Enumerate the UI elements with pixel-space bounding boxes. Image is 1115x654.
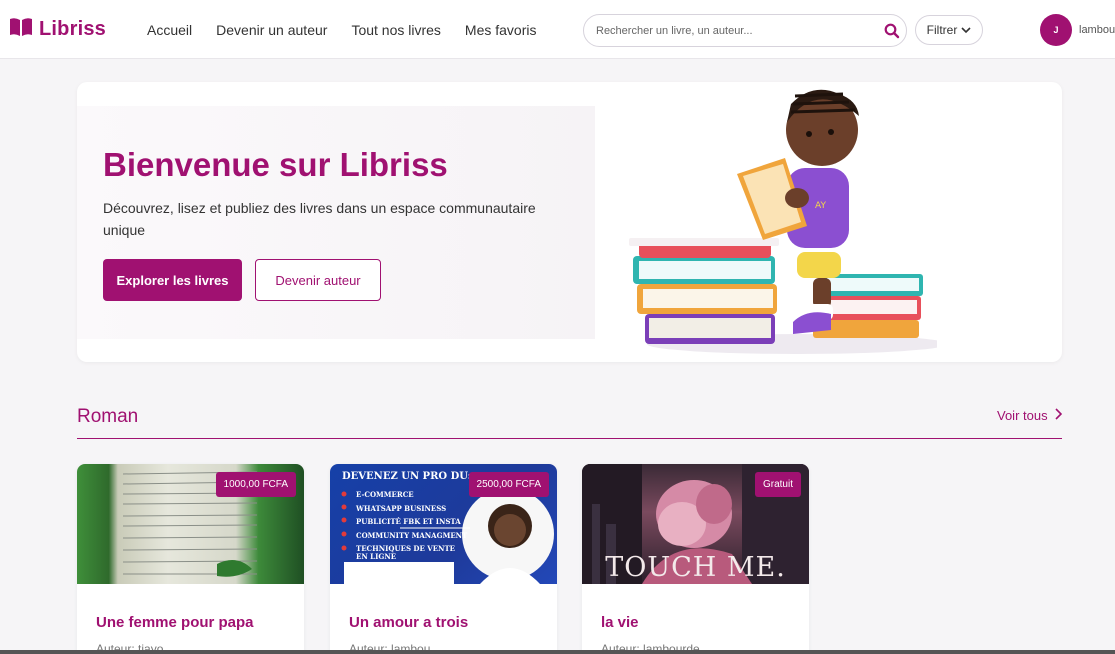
cover-list: E-COMMERCE WHATSAPP BUSINESS PUBLICITÉ F… <box>356 490 468 561</box>
book-title[interactable]: Une femme pour papa <box>96 614 254 631</box>
book-icon <box>9 17 33 42</box>
book-title[interactable]: Un amour a trois <box>349 614 468 631</box>
hero-subtitle: Découvrez, lisez et publiez des livres d… <box>103 200 536 238</box>
search-input[interactable] <box>596 22 876 40</box>
section-title: Roman <box>77 406 139 427</box>
book-cover: DEVENEZ UN PRO DU: E-COMMERCE WHATSAPP B… <box>330 464 557 584</box>
brand-name: Libriss <box>39 18 106 40</box>
book-title[interactable]: la vie <box>601 614 639 631</box>
explore-books-button[interactable]: Explorer les livres <box>103 259 242 301</box>
search-icon[interactable] <box>884 23 900 44</box>
price-badge: Gratuit <box>754 472 801 497</box>
window-bottom-edge <box>0 650 1115 654</box>
nav-item-tous-livres[interactable]: Tout nos livres <box>351 22 440 38</box>
price-badge: 1000,00 FCFA <box>215 472 296 497</box>
book-card[interactable]: DEVENEZ UN PRO DU: E-COMMERCE WHATSAPP B… <box>330 464 557 654</box>
nav-item-devenir-auteur[interactable]: Devenir un auteur <box>216 22 327 38</box>
become-author-button[interactable]: Devenir auteur <box>255 259 381 301</box>
reading-child-illustration: AY <box>629 89 937 354</box>
top-navbar: Libriss Accueil Devenir un auteur Tout n… <box>0 0 1115 59</box>
chevron-right-icon <box>1054 408 1062 423</box>
see-all-label: Voir tous <box>997 408 1048 423</box>
brand-logo[interactable]: Libriss <box>9 17 106 42</box>
svg-text:AY: AY <box>815 201 826 211</box>
book-card[interactable]: 1000,00 FCFA Une femme pour papa Auteur:… <box>77 464 304 654</box>
book-card[interactable]: TOUCH ME. Gratuit la vie Auteur: lambour… <box>582 464 809 654</box>
filter-label: Filtrer <box>926 23 958 37</box>
username[interactable]: lambou <box>1079 24 1115 36</box>
nav-item-favoris[interactable]: Mes favoris <box>465 22 537 38</box>
section-divider <box>77 438 1062 439</box>
chevron-down-icon <box>961 23 971 37</box>
book-cover: 1000,00 FCFA <box>77 464 304 584</box>
price-badge: 2500,00 FCFA <box>468 472 549 497</box>
search-bar <box>583 14 907 47</box>
filter-button[interactable]: Filtrer <box>915 15 983 45</box>
avatar[interactable]: J <box>1040 14 1072 46</box>
nav-item-accueil[interactable]: Accueil <box>147 22 192 38</box>
cover-heading: TOUCH ME. <box>605 552 786 583</box>
hero-title: Bienvenue sur Libriss <box>103 146 448 183</box>
hero-banner: Bienvenue sur Libriss Découvrez, lisez e… <box>77 82 1062 362</box>
see-all-link[interactable]: Voir tous <box>997 408 1062 423</box>
main-nav: Accueil Devenir un auteur Tout nos livre… <box>147 22 537 38</box>
cover-heading: DEVENEZ UN PRO DU: <box>342 471 472 482</box>
book-cover: TOUCH ME. Gratuit <box>582 464 809 584</box>
